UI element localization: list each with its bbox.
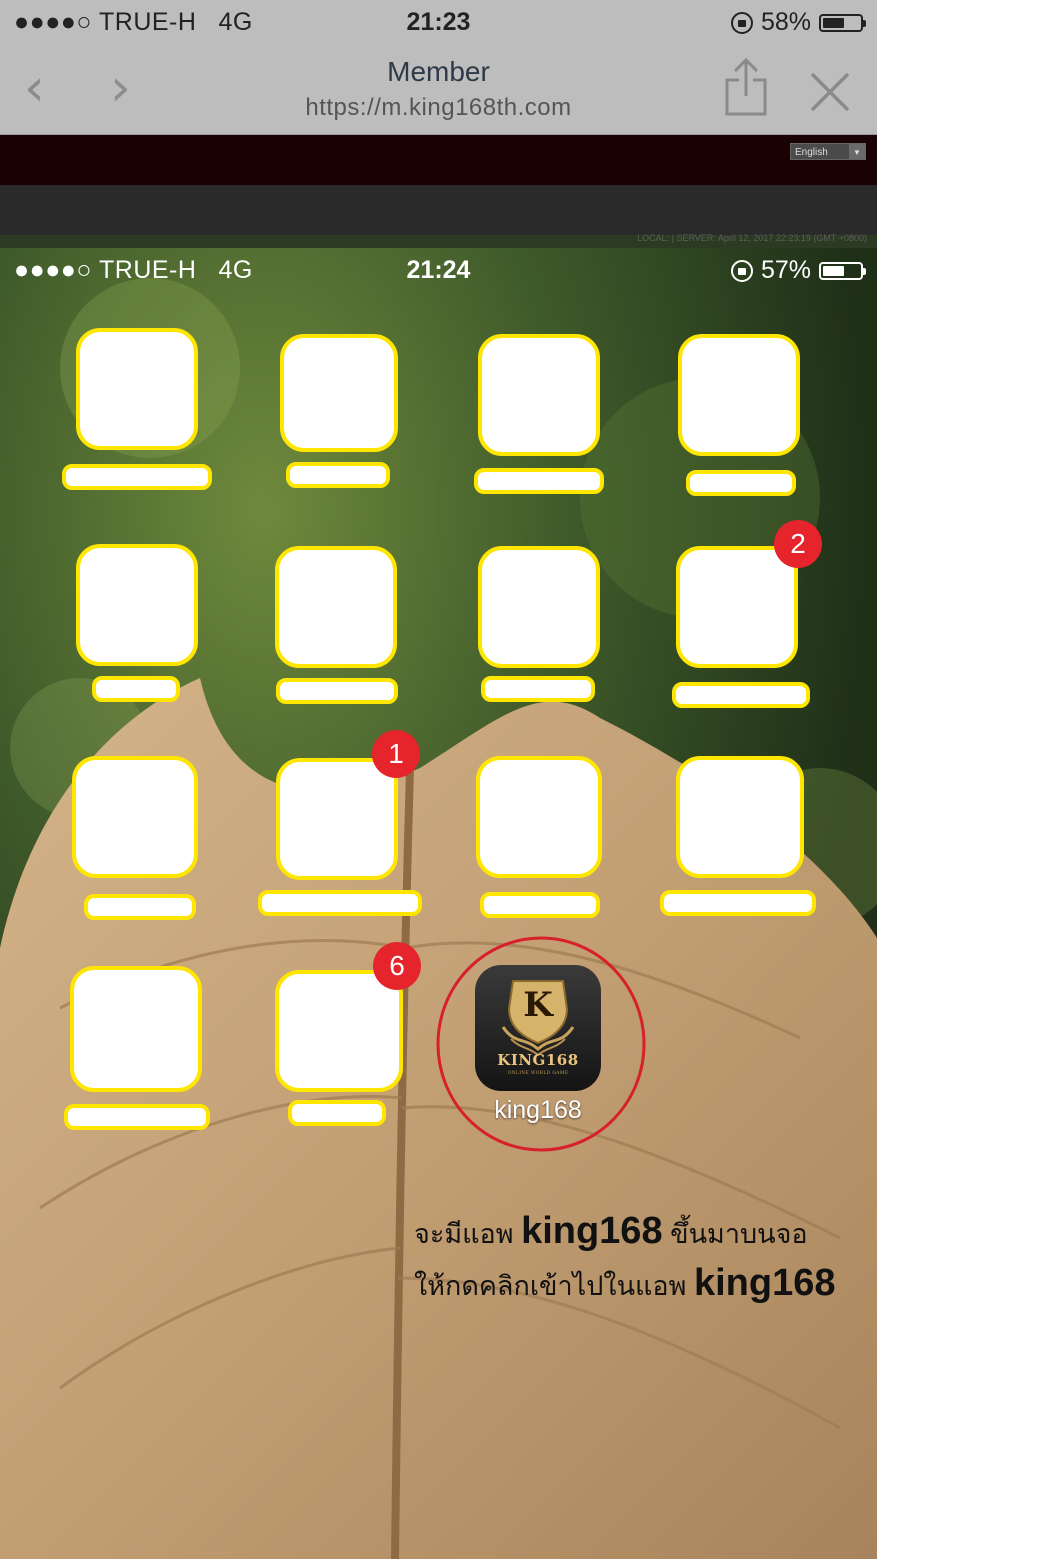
- instruction-line-2: ให้กดคลิกเข้าไปในแอพ king168: [414, 1262, 836, 1307]
- battery-icon: [819, 261, 866, 280]
- app-icon-redacted[interactable]: [280, 334, 398, 452]
- instruction-text: ให้กดคลิกเข้าไปในแอพ: [414, 1271, 687, 1301]
- language-select[interactable]: English ▼: [790, 143, 866, 160]
- site-header: English ▼: [0, 135, 877, 185]
- app-icon-redacted[interactable]: [76, 544, 198, 666]
- app-icon-redacted[interactable]: [676, 756, 804, 878]
- share-icon[interactable]: [724, 58, 768, 116]
- notification-badge: 2: [774, 520, 822, 568]
- instruction-text: ขึ้นมาบนจอ: [670, 1219, 808, 1249]
- home-screen: ●●●●○ TRUE-H 4G 21:24 57% 2 1 6 K KING16…: [0, 248, 877, 1559]
- app-label-redacted: [686, 470, 796, 496]
- app-label-redacted: [64, 1104, 210, 1130]
- app-icon-redacted[interactable]: [476, 756, 602, 878]
- app-label-redacted: [286, 462, 390, 488]
- battery-icon: [819, 13, 866, 32]
- app-icon-redacted[interactable]: [76, 328, 198, 450]
- app-label-redacted: [258, 890, 422, 916]
- app-label-redacted: [474, 468, 604, 494]
- home-battery-percent: 57%: [760, 256, 811, 284]
- app-label-redacted: [481, 676, 595, 702]
- screenshot: ●●●●○ TRUE-H 4G 21:23 58% ‹ › Member http…: [0, 0, 877, 1559]
- app-label-redacted: [62, 464, 212, 490]
- instruction-text: จะมีแอพ: [414, 1219, 514, 1249]
- app-label-redacted: [288, 1100, 386, 1126]
- notification-badge: 6: [373, 942, 421, 990]
- app-label-redacted: [660, 890, 816, 916]
- app-icon-redacted[interactable]: [276, 758, 398, 880]
- app-icon-redacted[interactable]: [275, 970, 403, 1092]
- home-status-bar: ●●●●○ TRUE-H 4G 21:24 57%: [0, 248, 877, 292]
- home-status-right: 57%: [730, 256, 866, 285]
- instruction-line-1: จะมีแอพ king168 ขึ้นมาบนจอ: [414, 1210, 808, 1255]
- app-icon-redacted[interactable]: [70, 966, 202, 1092]
- rotation-lock-icon: [730, 11, 753, 34]
- app-label-redacted: [84, 894, 196, 920]
- highlight-circle: [436, 936, 646, 1152]
- close-icon[interactable]: [806, 68, 854, 116]
- notification-badge: 1: [372, 730, 420, 778]
- site-nav-bar: LOCAL: | SERVER: April 12, 2017 22:23:19…: [0, 185, 877, 243]
- battery-percent: 58%: [760, 8, 811, 36]
- battery-level: [823, 265, 844, 276]
- instruction-app-name: king168: [693, 1262, 836, 1304]
- battery-level: [823, 17, 844, 28]
- app-label-redacted: [276, 678, 398, 704]
- server-time: LOCAL: | SERVER: April 12, 2017 22:23:19…: [637, 233, 867, 243]
- browser-nav: ‹ › Member https://m.king168th.com: [0, 44, 877, 134]
- app-label-redacted: [672, 682, 810, 708]
- chevron-down-icon: ▼: [849, 144, 865, 159]
- app-icon-redacted[interactable]: [72, 756, 198, 878]
- app-label-redacted: [92, 676, 180, 702]
- language-label: English: [795, 147, 828, 158]
- app-icon-redacted[interactable]: [678, 334, 800, 456]
- app-label-redacted: [480, 892, 600, 918]
- status-bar: ●●●●○ TRUE-H 4G 21:23 58%: [0, 0, 877, 44]
- app-icon-redacted[interactable]: [478, 546, 600, 668]
- rotation-lock-icon: [730, 259, 753, 282]
- app-icon-redacted[interactable]: [478, 334, 600, 456]
- app-icon-redacted[interactable]: [676, 546, 798, 668]
- status-right: 58%: [730, 8, 866, 37]
- instruction-app-name: king168: [521, 1210, 663, 1252]
- app-icon-redacted[interactable]: [275, 546, 397, 668]
- browser-toolbar: ●●●●○ TRUE-H 4G 21:23 58% ‹ › Member http…: [0, 0, 877, 135]
